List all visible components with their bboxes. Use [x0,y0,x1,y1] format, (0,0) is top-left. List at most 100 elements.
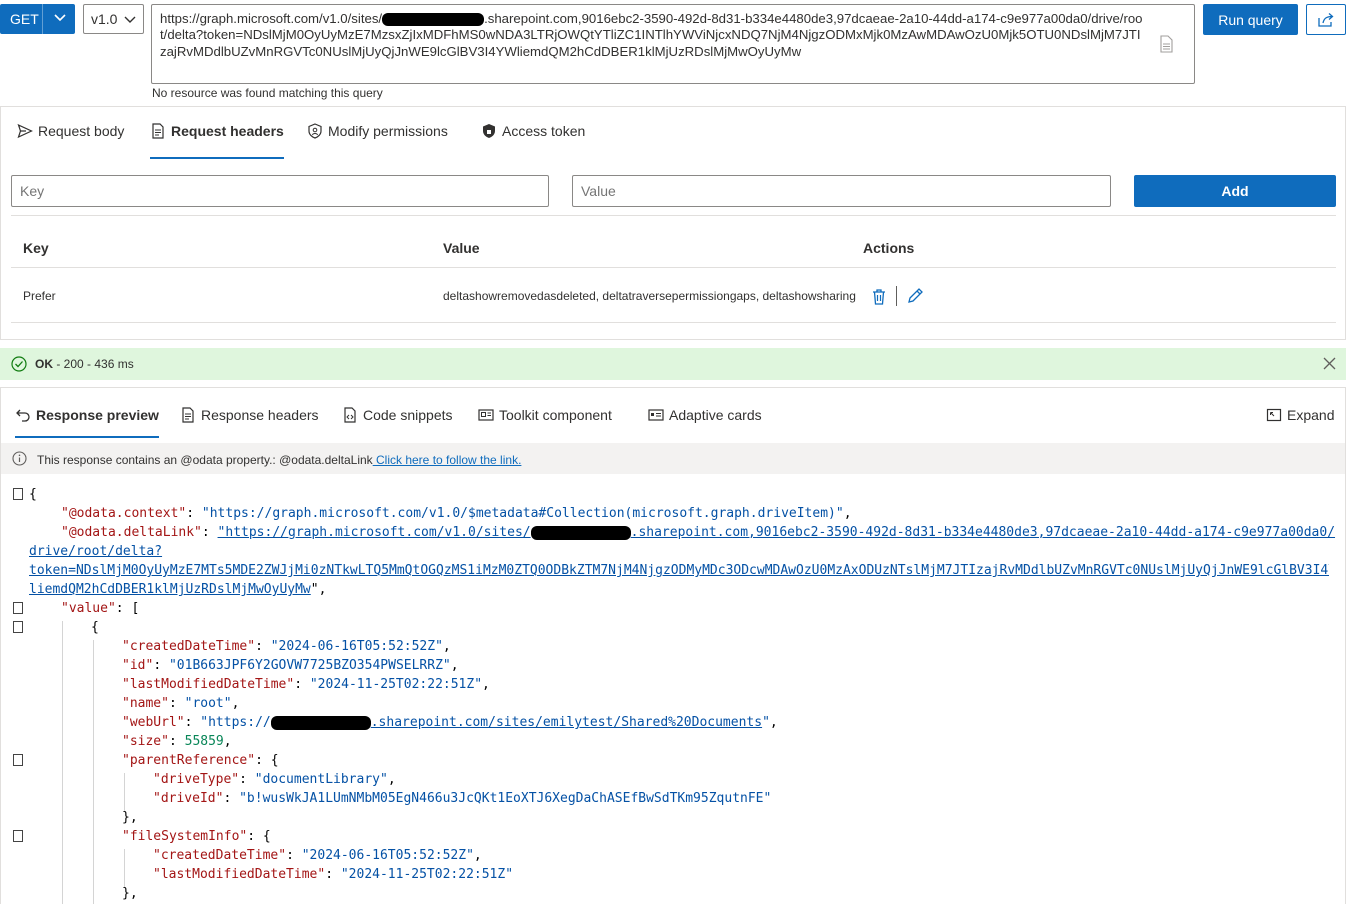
http-method-dropdown[interactable]: GET [0,4,75,34]
query-hint: No resource was found matching this quer… [152,86,383,100]
header-key-cell: Prefer [23,289,56,303]
redacted-tenant [530,525,631,540]
document-icon [182,407,194,423]
indent-guide [93,640,94,904]
json-line: }, [122,886,138,901]
tab-adaptive-cards[interactable]: Adaptive cards [648,407,762,438]
tab-label: Request body [38,123,125,139]
header-value-cell: deltashowremovedasdeleted, deltatraverse… [443,289,856,303]
json-line: "parentReference": { [122,753,279,768]
json-line: "driveId": "b!wusWkJA1LUmNMbM05EgN466u3J… [153,791,772,806]
tab-label: Request headers [171,123,284,139]
column-header: Value [443,240,480,256]
json-line: "createdDateTime": "2024-06-16T05:52:52Z… [153,848,482,863]
close-icon[interactable] [1323,357,1336,370]
share-icon [1318,12,1334,27]
status-text: OK - 200 - 436 ms [35,357,134,371]
json-response-viewer: { "@odata.context": "https://graph.micro… [0,484,1346,904]
json-line: "lastModifiedDateTime": "2024-11-25T02:2… [153,867,514,882]
fold-toggle[interactable] [13,602,23,614]
json-line: "@odata.context": "https://graph.microso… [61,506,852,521]
fold-toggle[interactable] [13,621,23,633]
add-header-button[interactable]: Add [1134,175,1336,207]
json-line: "lastModifiedDateTime": "2024-11-25T02:2… [122,677,490,692]
json-line: "name": "root", [122,696,240,711]
tab-toolkit-component[interactable]: Toolkit component [478,407,612,438]
json-line: token=NDslMjM0OyUyMzE7MTs5MDE2ZWJjMi0zNT… [29,561,1329,580]
json-line: "driveType": "documentLibrary", [153,772,396,787]
header-value-input[interactable] [572,175,1111,207]
document-icon [152,123,164,139]
action-divider [896,286,897,306]
status-ok: OK [35,357,53,371]
expand-button[interactable]: Expand [1266,407,1334,438]
expand-label: Expand [1287,407,1335,423]
status-detail: - 200 - 436 ms [53,357,134,371]
info-text: This response contains an @odata propert… [37,453,373,467]
url-prefix: https://graph.microsoft.com/v1.0/sites/ [160,11,383,26]
toolkit-icon [478,409,494,421]
headers-table-header: Key Value Actions [11,215,1336,268]
header-key-input[interactable] [11,175,549,207]
document-icon[interactable] [1158,35,1174,53]
json-line: "@odata.deltaLink": "https://graph.micro… [61,525,1336,540]
run-query-button[interactable]: Run query [1203,4,1298,35]
tab-access-token[interactable]: Access token [481,123,585,159]
tab-request-body[interactable]: Request body [17,123,124,159]
json-line: "value": [ [61,601,140,616]
tab-response-preview[interactable]: Response preview [15,407,159,438]
delta-link[interactable]: "https://graph.microsoft.com/v1.0/sites/… [218,525,1335,540]
fold-toggle[interactable] [13,488,23,500]
api-version-dropdown[interactable]: v1.0 [83,4,144,34]
json-line: { [29,487,37,502]
json-line: }, [122,810,138,825]
json-line: liemdQM2hCdDBER1klMjUzRDslMjMwOyUyMw", [29,582,327,597]
method-separator [42,4,43,34]
info-icon [12,451,27,466]
json-line: drive/root/delta? [29,544,163,559]
tab-label: Response preview [36,407,159,423]
json-line: "size": 55859, [122,734,232,749]
tab-label: Toolkit component [499,407,612,423]
weburl-link[interactable]: .sharepoint.com/sites/emilytest/Shared%2… [270,715,762,730]
share-button[interactable] [1306,4,1346,35]
edit-icon[interactable] [906,287,924,305]
delta-link-token[interactable]: token=NDslMjM0OyUyMzE7MTs5MDE2ZWJjMi0zNT… [29,563,1329,578]
tab-response-headers[interactable]: Response headers [180,407,319,438]
column-header: Actions [863,240,915,256]
checkmark-circle-icon [11,356,27,372]
card-icon [648,409,664,421]
http-method-label: GET [10,11,39,27]
tab-label: Response headers [201,407,319,423]
tab-label: Modify permissions [328,123,448,139]
indent-guide [124,773,125,811]
redacted-tenant [382,13,485,27]
api-version-label: v1.0 [91,11,118,27]
request-panel: Request body Request headers Modify perm… [0,106,1346,340]
undo-arrow-icon [16,409,30,422]
fold-toggle[interactable] [13,754,23,766]
odata-info-bar: This response contains an @odata propert… [1,443,1345,474]
json-line: "webUrl": "https://.sharepoint.com/sites… [122,715,778,730]
query-url-input[interactable]: https://graph.microsoft.com/v1.0/sites/.… [151,4,1195,84]
expand-icon [1266,408,1282,422]
tab-request-headers[interactable]: Request headers [150,123,284,159]
json-line: "id": "01B663JPF6Y2GOVW7725BZO354PWSELRR… [122,658,459,673]
indent-guide [124,849,125,887]
tab-label: Access token [502,123,586,139]
tab-label: Code snippets [363,407,453,423]
chevron-down-icon [124,16,136,23]
tab-code-snippets[interactable]: Code snippets [342,407,453,438]
fold-toggle[interactable] [13,830,23,842]
code-document-icon [344,407,356,423]
redacted-tenant [270,715,371,730]
info-message: This response contains an @odata propert… [37,453,521,467]
json-line: { [91,620,99,635]
json-line: "fileSystemInfo": { [122,829,271,844]
indent-guide [62,621,63,904]
chevron-down-icon [54,14,66,22]
delete-icon[interactable] [871,288,887,306]
follow-link[interactable]: Click here to follow the link. [373,453,521,467]
shield-icon [308,123,322,139]
tab-modify-permissions[interactable]: Modify permissions [307,123,448,159]
